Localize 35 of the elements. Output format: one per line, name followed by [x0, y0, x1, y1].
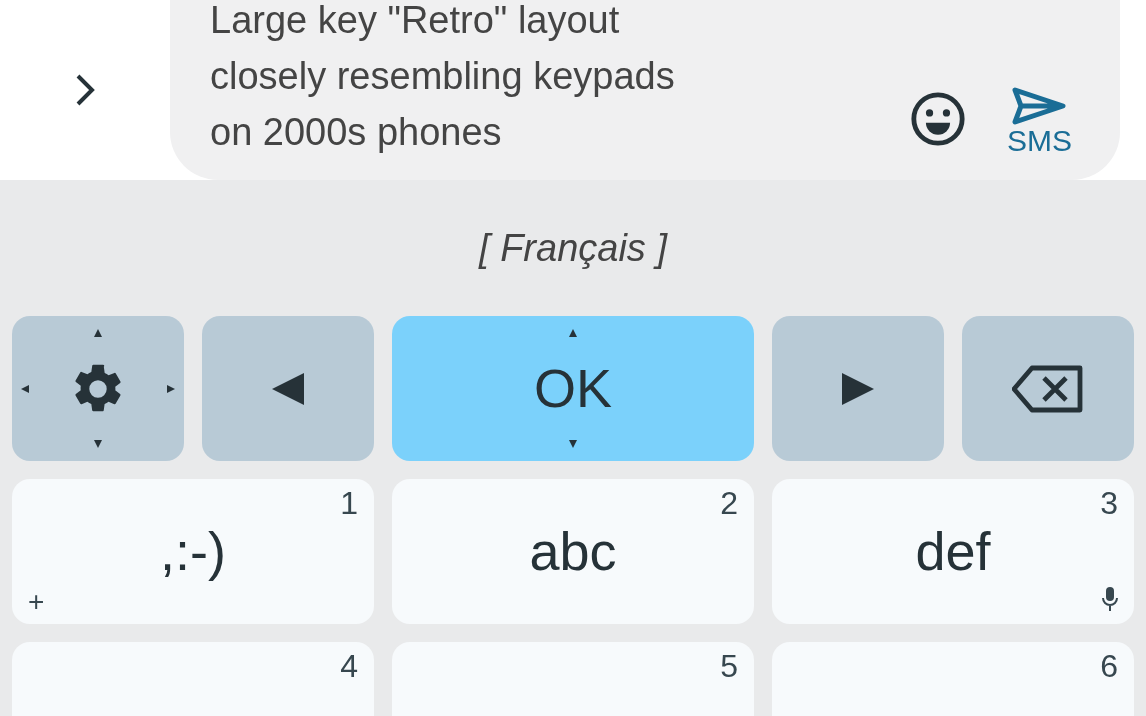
chevron-right-icon[interactable] — [74, 72, 96, 108]
backspace-key[interactable] — [962, 316, 1134, 461]
down-arrow-icon — [93, 439, 103, 449]
emoji-icon[interactable] — [909, 90, 967, 148]
digit-label: 3 — [1100, 487, 1118, 519]
digit-label: 6 — [1100, 650, 1118, 682]
right-key[interactable] — [772, 316, 944, 461]
ok-label: OK — [534, 357, 612, 420]
up-arrow-icon — [93, 328, 103, 338]
ok-key[interactable]: OK — [392, 316, 754, 461]
backspace-icon — [1012, 363, 1084, 414]
digit-label: 5 — [720, 650, 738, 682]
key-letters: abc — [529, 520, 617, 583]
digit-label: 1 — [340, 487, 358, 519]
digit-key[interactable]: 1 ,:-) + — [12, 479, 374, 624]
message-field[interactable]: Large key "Retro" layout closely resembling keypads on 2000s phones SMS — [170, 0, 1120, 180]
key-letters: def — [915, 520, 991, 583]
digit-label: 2 — [720, 487, 738, 519]
down-arrow-icon — [568, 439, 578, 449]
right-arrow-icon — [166, 383, 176, 394]
digit-key[interactable]: 5 — [392, 642, 754, 716]
left-key[interactable] — [202, 316, 374, 461]
up-arrow-icon — [568, 328, 578, 338]
message-text: Large key "Retro" layout closely resembling keypads on 2000s phones — [210, 0, 676, 155]
digit-key[interactable]: 2 abc — [392, 479, 754, 624]
language-label: [ Français ] — [479, 225, 667, 271]
settings-key[interactable] — [12, 316, 184, 461]
plus-label: + — [28, 588, 45, 616]
left-arrow-icon — [20, 383, 30, 394]
send-button[interactable]: SMS — [1007, 86, 1072, 156]
digit-key[interactable]: 6 — [772, 642, 1134, 716]
key-letters: ,:-) — [160, 520, 226, 583]
digit-label: 4 — [340, 650, 358, 682]
digit-key[interactable]: 3 def — [772, 479, 1134, 624]
digit-key[interactable]: 4 — [12, 642, 374, 716]
